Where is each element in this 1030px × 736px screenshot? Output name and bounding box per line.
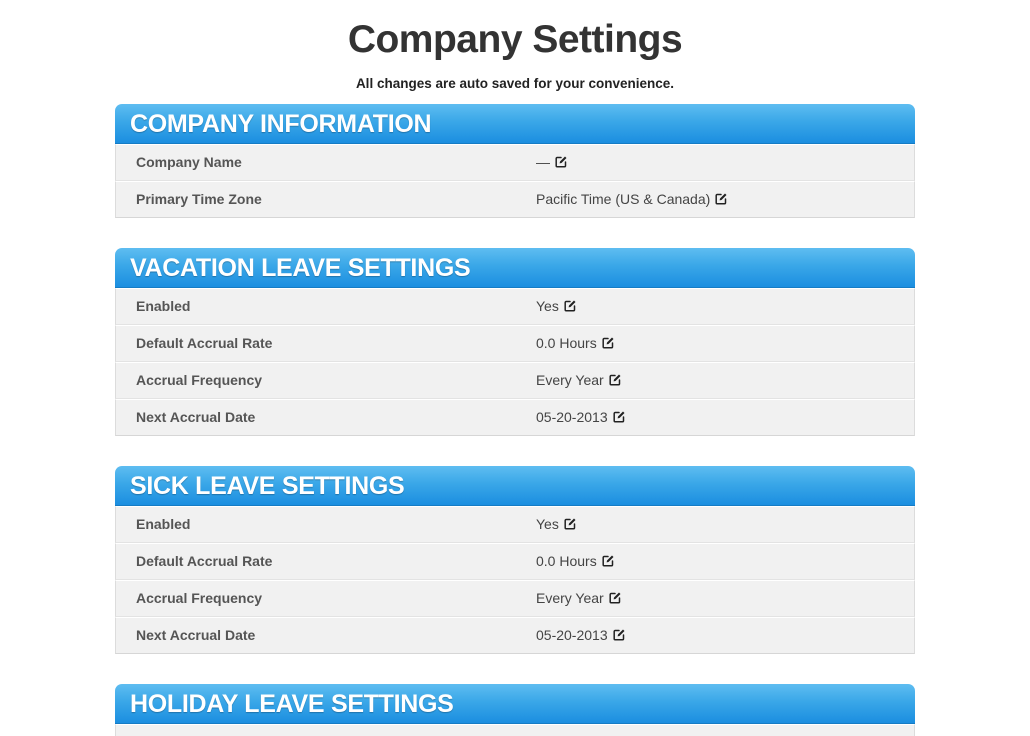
- edit-icon[interactable]: [602, 337, 614, 349]
- row-label: Next Accrual Date: [136, 409, 256, 425]
- edit-icon[interactable]: [715, 193, 727, 205]
- settings-row-primary-time-zone: Primary Time Zone Pacific Time (US & Can…: [115, 181, 915, 218]
- row-label: Company Name: [136, 154, 242, 170]
- row-value: 05-20-2013: [536, 409, 608, 425]
- row-value: Yes: [536, 298, 559, 314]
- vacation-leave-section: VACATION LEAVE SETTINGS Enabled Yes Defa…: [115, 248, 915, 436]
- row-value: Yes: [536, 516, 559, 532]
- edit-icon[interactable]: [613, 411, 625, 423]
- row-label: Primary Time Zone: [136, 191, 262, 207]
- row-value-container: 05-20-2013: [536, 618, 625, 652]
- page-subtitle: All changes are auto saved for your conv…: [355, 76, 675, 91]
- section-header-vacation-leave: VACATION LEAVE SETTINGS: [115, 248, 915, 288]
- row-value: 05-20-2013: [536, 627, 608, 643]
- section-header-company-information: COMPANY INFORMATION: [115, 104, 915, 144]
- edit-icon[interactable]: [602, 555, 614, 567]
- row-value-container: 05-20-2013: [536, 400, 625, 434]
- row-value: Every Year: [536, 372, 604, 388]
- settings-row-default-accrual-rate: Default Accrual Rate 0.0 Hours: [115, 325, 915, 362]
- row-value: Pacific Time (US & Canada): [536, 191, 711, 207]
- settings-row-next-accrual-date: Next Accrual Date 05-20-2013: [115, 399, 915, 436]
- settings-row-enabled: Enabled Yes: [115, 288, 915, 325]
- sick-leave-section: SICK LEAVE SETTINGS Enabled Yes Default …: [115, 466, 915, 654]
- edit-icon[interactable]: [609, 592, 621, 604]
- row-value-container: Every Year: [536, 363, 621, 397]
- edit-icon[interactable]: [613, 629, 625, 641]
- section-header-sick-leave: SICK LEAVE SETTINGS: [115, 466, 915, 506]
- row-label: Default Accrual Rate: [136, 335, 273, 351]
- section-header-holiday-leave: HOLIDAY LEAVE SETTINGS: [115, 684, 915, 724]
- row-value-container: Yes: [536, 507, 576, 541]
- row-value-container: Yes: [536, 289, 576, 323]
- holiday-leave-section: HOLIDAY LEAVE SETTINGS: [115, 684, 915, 736]
- row-value-container: 0.0 Hours: [536, 326, 614, 360]
- row-value-container: —: [536, 145, 567, 179]
- row-label: Enabled: [136, 298, 191, 314]
- row-value-container: 0.0 Hours: [536, 544, 614, 578]
- row-label: Default Accrual Rate: [136, 553, 273, 569]
- edit-icon[interactable]: [555, 156, 567, 168]
- row-label: Enabled: [136, 516, 191, 532]
- row-value-container: Pacific Time (US & Canada): [536, 182, 727, 216]
- row-value: —: [536, 154, 550, 170]
- page-title: Company Settings: [347, 18, 683, 61]
- settings-row-company-name: Company Name —: [115, 144, 915, 181]
- company-settings-page: Company Settings All changes are auto sa…: [0, 0, 1030, 736]
- row-value-container: Every Year: [536, 581, 621, 615]
- row-value: 0.0 Hours: [536, 335, 597, 351]
- row-label: Next Accrual Date: [136, 627, 256, 643]
- settings-row-default-accrual-rate: Default Accrual Rate 0.0 Hours: [115, 543, 915, 580]
- settings-row-accrual-frequency: Accrual Frequency Every Year: [115, 362, 915, 399]
- edit-icon[interactable]: [564, 300, 576, 312]
- company-information-section: COMPANY INFORMATION Company Name — Prima…: [115, 104, 915, 218]
- edit-icon[interactable]: [609, 374, 621, 386]
- settings-row-accrual-frequency: Accrual Frequency Every Year: [115, 580, 915, 617]
- edit-icon[interactable]: [564, 518, 576, 530]
- row-label: Accrual Frequency: [136, 590, 263, 606]
- settings-row-next-accrual-date: Next Accrual Date 05-20-2013: [115, 617, 915, 654]
- row-value: Every Year: [536, 590, 604, 606]
- row-label: Accrual Frequency: [136, 372, 263, 388]
- settings-row-partial: [115, 724, 915, 736]
- row-value: 0.0 Hours: [536, 553, 597, 569]
- settings-row-enabled: Enabled Yes: [115, 506, 915, 543]
